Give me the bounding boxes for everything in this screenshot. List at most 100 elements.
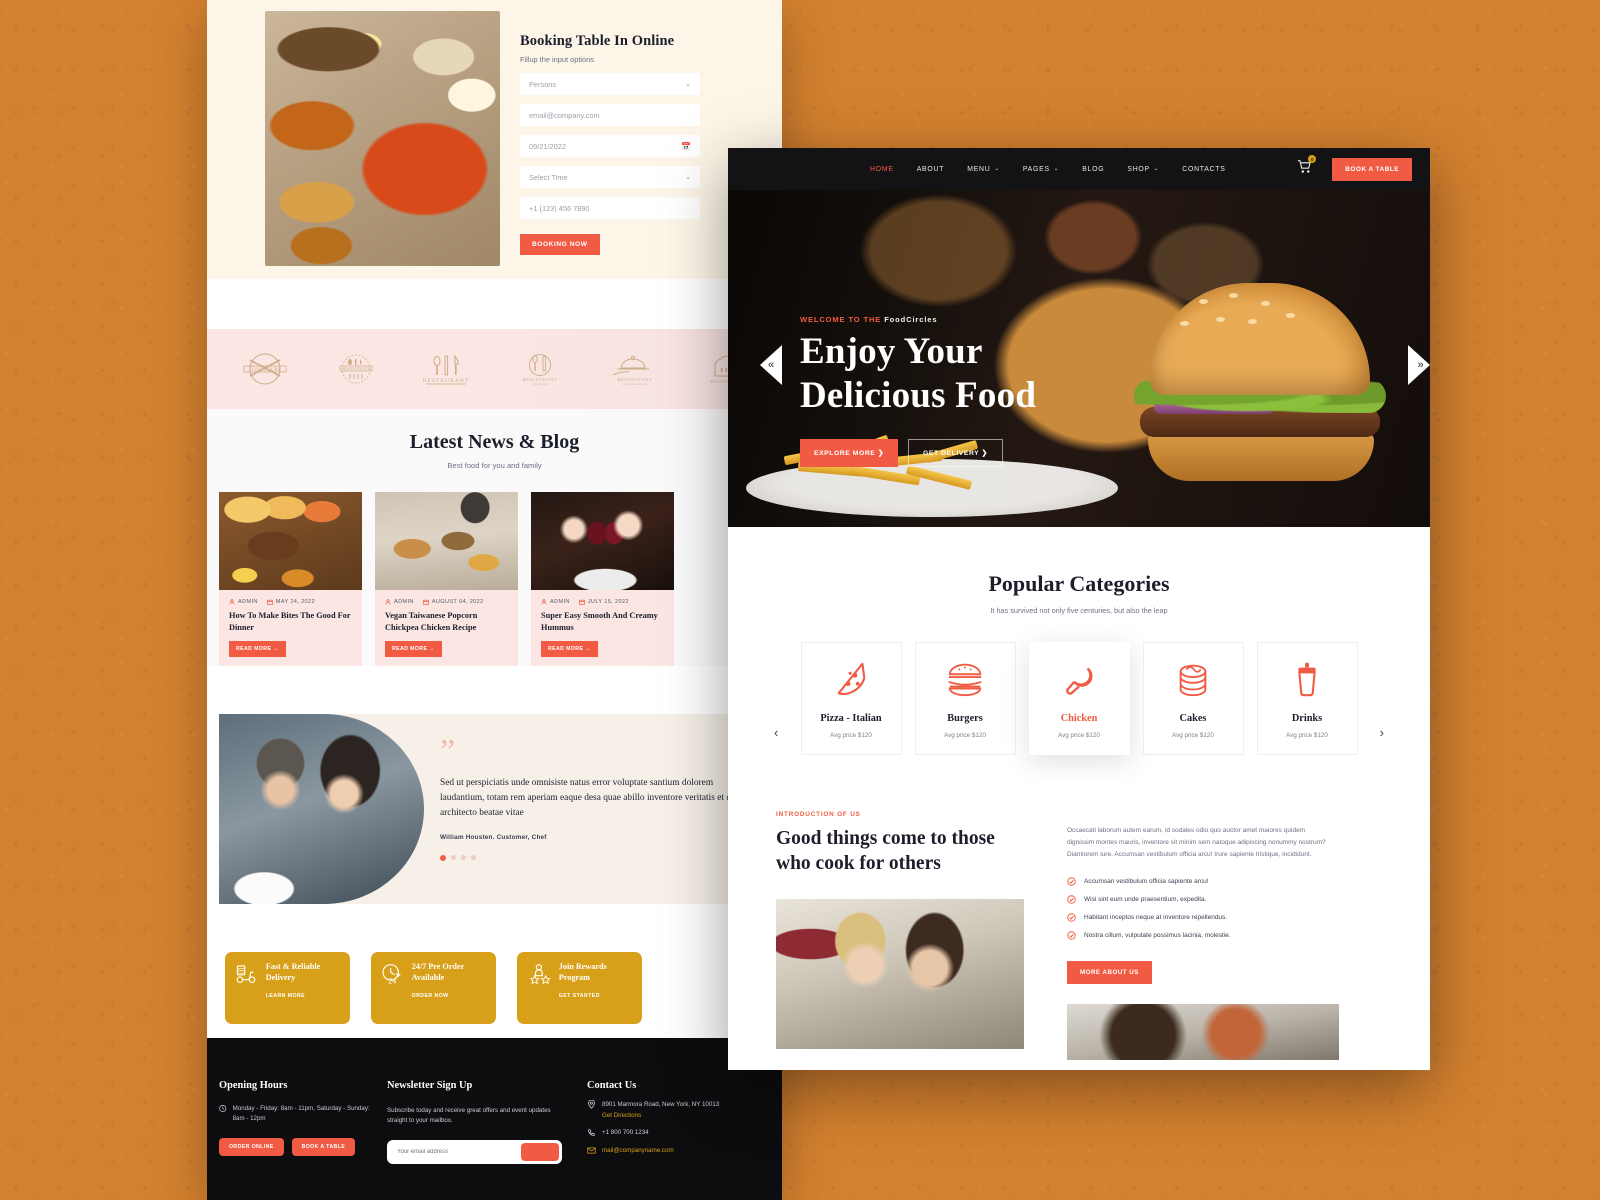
footer-email-text: mail@companyname.com xyxy=(602,1147,674,1154)
blog-date: AUGUST 04, 2022 xyxy=(423,599,484,605)
promo-title: Fast & Reliable Delivery xyxy=(265,961,321,983)
promo-link[interactable]: ORDER NOW xyxy=(412,993,487,999)
user-icon xyxy=(229,599,235,605)
introduction-kicker: INTRODUCTION OF US xyxy=(776,811,861,818)
blog-card-title: Super Easy Smooth And Creamy Hummus xyxy=(541,611,658,632)
category-price: Avg price $120 xyxy=(944,731,986,739)
category-card-drinks[interactable]: Drinks Avg price $120 xyxy=(1256,642,1358,755)
dot-2[interactable] xyxy=(451,855,456,861)
blog-thumbnail xyxy=(531,492,674,590)
calendar-icon xyxy=(267,599,273,605)
site-footer: Opening Hours Monday - Friday: 8am - 11p… xyxy=(207,1038,782,1200)
category-card-pizza[interactable]: Pizza - Italian Avg price $120 xyxy=(800,642,902,755)
svg-text:BEST FOOD SINCE 1980: BEST FOOD SINCE 1980 xyxy=(623,384,649,386)
nav-item-menu[interactable]: MENU ⌄ xyxy=(967,166,1000,173)
book-table-button[interactable]: BOOK A TABLE xyxy=(291,1138,356,1157)
clock-icon xyxy=(219,1105,227,1112)
envelope-icon xyxy=(587,1147,596,1154)
blog-card[interactable]: ADMIN AUGUST 04, 2022 Vegan Taiwanese Po… xyxy=(375,492,518,666)
introduction-section: INTRODUCTION OF US Good things come to t… xyxy=(728,755,1430,1061)
nav-item-blog[interactable]: BLOG xyxy=(1082,166,1104,173)
blog-card-meta: ADMIN JULY 15, 2022 xyxy=(531,590,674,605)
introduction-kitchen-photo xyxy=(1067,1004,1339,1061)
promo-title: Join Rewards Program xyxy=(558,961,607,983)
cart-button[interactable]: 0 xyxy=(1297,155,1317,179)
hero-content: WELCOME TO THE FoodCircles Enjoy Your De… xyxy=(800,315,1036,468)
dot-1[interactable] xyxy=(440,854,446,861)
promo-card-delivery[interactable]: Fast & Reliable Delivery LEARN MORE xyxy=(225,951,350,1024)
newsletter-email-input[interactable] xyxy=(390,1149,521,1156)
order-online-button[interactable]: ORDER ONLINE xyxy=(219,1138,284,1157)
hero-burger-photo xyxy=(1024,251,1424,521)
categories-prev-arrow[interactable]: ‹ xyxy=(774,725,778,740)
nav-item-home[interactable]: HOME xyxy=(870,166,894,173)
promo-link[interactable]: GET STARTED xyxy=(559,993,633,999)
category-card-burgers[interactable]: Burgers Avg price $120 xyxy=(914,642,1016,755)
time-select[interactable]: Select Time ⌄ xyxy=(520,166,700,188)
promo-link[interactable]: LEARN MORE xyxy=(266,993,341,999)
cart-count-badge: 0 xyxy=(1308,155,1317,163)
category-card-chicken[interactable]: Chicken Avg price $120 xyxy=(1028,642,1130,755)
background-page-screenshot: Booking Table In Online Fillup the input… xyxy=(207,0,782,1200)
calendar-icon xyxy=(423,599,429,605)
category-name: Pizza - Italian xyxy=(820,712,882,724)
footer-phone[interactable]: +1 800 700 1234 xyxy=(587,1128,767,1137)
svg-text:24: 24 xyxy=(388,976,396,985)
hero-kicker: WELCOME TO THE FoodCircles xyxy=(800,315,938,324)
svg-text:FINE DINING: FINE DINING xyxy=(533,383,548,386)
blog-card[interactable]: ADMIN JULY 15, 2022 Super Easy Smooth An… xyxy=(531,492,674,666)
read-more-button[interactable]: READ MORE → xyxy=(385,640,442,657)
get-delivery-button[interactable]: GET DELIVERY ❯ xyxy=(908,439,1003,468)
user-icon xyxy=(385,599,391,605)
dot-3[interactable] xyxy=(461,855,466,861)
explore-more-button[interactable]: EXPLORE MORE ❯ xyxy=(800,439,899,468)
phone-icon xyxy=(588,1129,595,1136)
time-value: Select Time xyxy=(529,172,568,182)
testimonial-content: ” Sed ut perspiciatis unde omnisiste nat… xyxy=(424,714,770,904)
category-card-cakes[interactable]: Cakes Avg price $120 xyxy=(1142,642,1244,755)
newsletter-submit-button[interactable] xyxy=(521,1143,559,1162)
date-field[interactable]: 09/21/2022 📅 xyxy=(520,135,700,157)
persons-select[interactable]: Persons ⌄ xyxy=(520,73,700,95)
restaurant-badge-logo: RESTAURANT xyxy=(339,354,373,384)
booking-subtitle: Fillup the input options xyxy=(520,55,594,64)
testimonial-pagination[interactable] xyxy=(440,854,754,861)
cake-icon xyxy=(1179,664,1207,696)
nav-item-shop[interactable]: SHOP ⌄ xyxy=(1127,166,1159,173)
read-more-button[interactable]: READ MORE → xyxy=(229,640,286,657)
introduction-photo xyxy=(776,898,1024,1049)
blog-author: ADMIN xyxy=(541,599,570,605)
more-about-us-button[interactable]: MORE ABOUT US xyxy=(1067,961,1152,985)
footer-get-directions[interactable]: Get Directions xyxy=(602,1112,767,1119)
nav-item-pages[interactable]: PAGES ⌄ xyxy=(1023,166,1059,173)
clock-24-icon: 24 xyxy=(382,963,401,985)
nav-item-about[interactable]: ABOUT xyxy=(917,166,945,173)
chevron-down-icon: ⌄ xyxy=(1053,166,1060,172)
email-field[interactable]: email@company.com xyxy=(520,104,700,126)
footer-email[interactable]: mail@companyname.com xyxy=(587,1146,767,1155)
categories-next-arrow[interactable]: › xyxy=(1380,725,1384,740)
dot-4[interactable] xyxy=(471,855,476,861)
read-more-button[interactable]: READ MORE → xyxy=(541,640,598,657)
bullet-item: Habitant inceptos neque at inventore rep… xyxy=(1067,913,1329,923)
nav-item-contacts[interactable]: CONTACTS xyxy=(1182,166,1225,173)
promo-card-preorder[interactable]: 24 24/7 Pre Order Available ORDER NOW xyxy=(371,951,496,1024)
scooter-delivery-icon xyxy=(236,964,256,983)
chevron-down-icon: ⌄ xyxy=(1153,166,1160,172)
phone-value: +1 (123) 456 7890 xyxy=(529,203,590,213)
phone-field[interactable]: +1 (123) 456 7890 xyxy=(520,197,700,219)
promo-card-rewards[interactable]: Join Rewards Program GET STARTED xyxy=(517,951,642,1024)
blog-date: MAY 24, 2022 xyxy=(267,599,315,605)
svg-text:FOOD COURT: FOOD COURT xyxy=(249,368,281,373)
promo-cards: Fast & Reliable Delivery LEARN MORE 24 2… xyxy=(207,904,782,1024)
newsletter-form xyxy=(387,1140,562,1165)
introduction-bullet-list: Accumsan vestibulum officia sapiente arc… xyxy=(1067,877,1329,941)
book-a-table-button[interactable]: BOOK A TABLE xyxy=(1332,157,1412,181)
calendar-icon[interactable]: 📅 xyxy=(681,142,691,151)
footer-contact-column: Contact Us 8901 Marmora Road, New York, … xyxy=(587,1080,767,1200)
blog-card[interactable]: ADMIN MAY 24, 2022 How To Make Bites The… xyxy=(219,492,362,666)
booking-now-button[interactable]: BOOKING NOW xyxy=(520,234,600,255)
main-navigation: FoodCircles HOME ABOUT MENU⌄ PAGES⌄ BLOG… xyxy=(728,148,1430,329)
booking-food-photo xyxy=(265,11,500,266)
categories-subtitle: It has survived not only five centuries,… xyxy=(990,606,1168,615)
